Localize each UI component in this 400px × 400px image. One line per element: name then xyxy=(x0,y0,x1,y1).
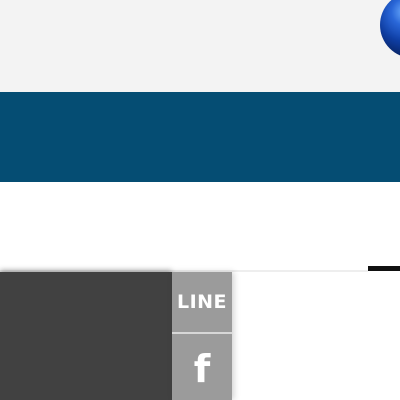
accent-bar xyxy=(368,266,400,271)
line-share-label: LINE xyxy=(176,291,228,313)
page: LINE f xyxy=(0,0,400,400)
facebook-icon: f xyxy=(193,347,211,391)
content-strip xyxy=(0,182,400,270)
facebook-share-button[interactable]: f xyxy=(172,334,232,400)
social-share-rail: LINE f xyxy=(172,272,232,400)
side-drawer-panel xyxy=(0,272,172,400)
globe-icon[interactable] xyxy=(380,0,400,58)
line-share-button[interactable]: LINE xyxy=(172,272,232,332)
top-header-band xyxy=(0,0,400,92)
blue-banner xyxy=(0,92,400,182)
